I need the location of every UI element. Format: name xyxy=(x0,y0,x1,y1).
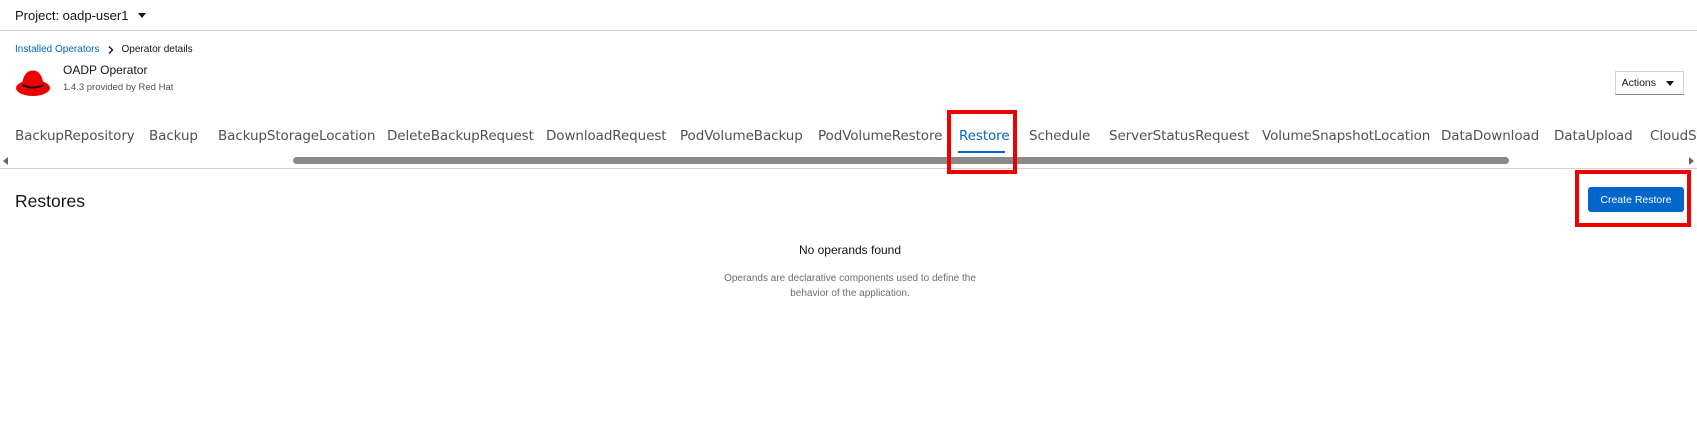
actions-label: Actions xyxy=(1621,77,1656,89)
scroll-right-icon[interactable] xyxy=(1689,157,1694,165)
project-selector[interactable]: Project: oadp-user1 xyxy=(15,7,147,23)
empty-state-description: Operands are declarative components used… xyxy=(700,271,1000,301)
scrollbar-thumb[interactable] xyxy=(293,157,1509,164)
operator-version: 1.4.3 provided by Red Hat xyxy=(63,82,174,93)
empty-state-title: No operands found xyxy=(798,243,902,257)
page-title: Restores xyxy=(15,191,86,211)
red-hat-logo-icon xyxy=(16,70,50,96)
breadcrumb: Installed Operators Operator details xyxy=(15,44,193,55)
project-bar: Project: oadp-user1 xyxy=(0,0,1697,31)
caret-down-icon xyxy=(1666,80,1674,86)
operand-tabs: BackupRepository Backup BackupStorageLoc… xyxy=(0,120,1697,154)
tab-volume-snapshot-location[interactable]: VolumeSnapshotLocation xyxy=(1262,128,1430,144)
tabs-scrollbar[interactable] xyxy=(0,154,1697,166)
tabs-divider xyxy=(0,168,1697,169)
tab-backup-repository[interactable]: BackupRepository xyxy=(15,128,135,144)
tab-download-request[interactable]: DownloadRequest xyxy=(546,128,667,144)
tab-schedule[interactable]: Schedule xyxy=(1029,128,1090,144)
active-tab-indicator xyxy=(958,151,1005,153)
operator-name: OADP Operator xyxy=(63,63,148,77)
operator-info: OADP Operator 1.4.3 provided by Red Hat xyxy=(63,62,173,93)
tab-server-status-request[interactable]: ServerStatusRequest xyxy=(1109,128,1249,144)
tab-cloud-storage[interactable]: CloudSt xyxy=(1650,128,1697,144)
tab-data-upload[interactable]: DataUpload xyxy=(1554,128,1633,144)
tab-pod-volume-backup[interactable]: PodVolumeBackup xyxy=(680,128,803,144)
tab-backup[interactable]: Backup xyxy=(149,128,198,144)
empty-state-description-line: Operands are declarative components used… xyxy=(724,273,976,284)
scroll-left-icon[interactable] xyxy=(3,157,8,165)
actions-button[interactable]: Actions xyxy=(1614,71,1684,95)
tab-restore[interactable]: Restore xyxy=(959,128,1010,144)
tab-backup-storage-location[interactable]: BackupStorageLocation xyxy=(218,128,375,144)
empty-state: No operands found Operands are declarati… xyxy=(700,243,1000,301)
caret-down-icon xyxy=(138,12,147,18)
chevron-right-icon xyxy=(108,45,114,54)
project-label: Project: oadp-user1 xyxy=(15,7,129,23)
create-restore-button[interactable]: Create Restore xyxy=(1588,187,1684,212)
breadcrumb-operator-details: Operator details xyxy=(121,44,193,55)
tab-delete-backup-request[interactable]: DeleteBackupRequest xyxy=(387,128,534,144)
tab-pod-volume-restore[interactable]: PodVolumeRestore xyxy=(818,128,942,144)
tab-data-download[interactable]: DataDownload xyxy=(1441,128,1539,144)
operator-header: OADP Operator 1.4.3 provided by Red Hat xyxy=(15,62,173,100)
empty-state-description-line: behavior of the application. xyxy=(790,288,910,299)
breadcrumb-installed-operators[interactable]: Installed Operators xyxy=(15,44,100,55)
